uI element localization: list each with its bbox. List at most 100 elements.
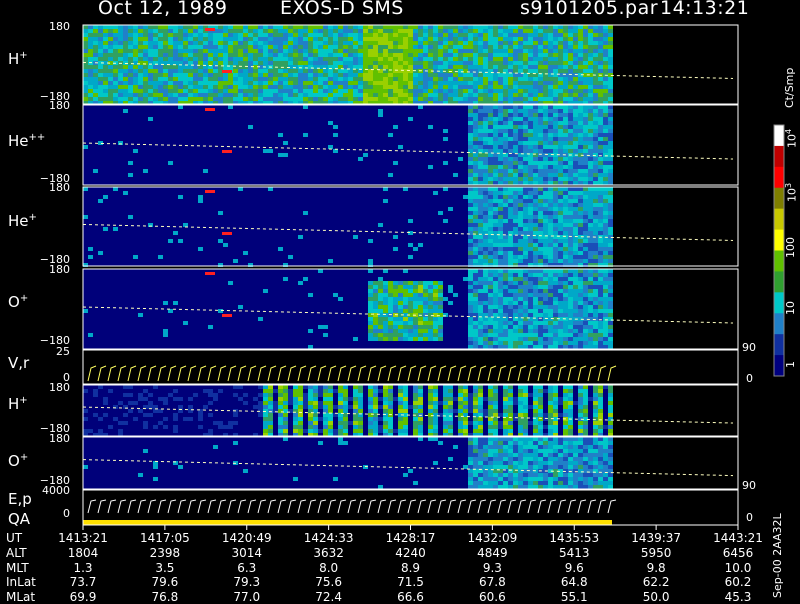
pixel bbox=[563, 227, 568, 231]
pixel bbox=[588, 255, 593, 259]
pixel bbox=[548, 341, 553, 345]
pixel bbox=[563, 105, 568, 109]
pixel bbox=[543, 325, 548, 329]
pixel bbox=[193, 45, 198, 49]
pixel bbox=[388, 393, 393, 397]
pixel bbox=[143, 49, 148, 53]
pixel bbox=[493, 337, 498, 341]
pixel bbox=[313, 429, 318, 433]
pixel bbox=[483, 41, 488, 45]
pixel bbox=[523, 41, 528, 45]
pixel bbox=[573, 109, 578, 113]
pixel bbox=[488, 255, 493, 259]
pixel bbox=[378, 289, 383, 293]
pixel bbox=[438, 309, 443, 313]
pixel bbox=[578, 337, 583, 341]
pixel bbox=[433, 37, 438, 41]
pixel bbox=[378, 113, 383, 117]
pixel bbox=[118, 401, 123, 405]
pixel bbox=[258, 61, 263, 65]
pixel bbox=[553, 187, 558, 191]
pixel bbox=[373, 85, 378, 89]
pixel bbox=[523, 81, 528, 85]
pixel bbox=[593, 25, 598, 29]
pixel bbox=[553, 305, 558, 309]
pixel bbox=[98, 417, 103, 421]
pixel bbox=[338, 89, 343, 93]
pixel bbox=[593, 215, 598, 219]
pixel bbox=[338, 421, 343, 425]
pixel bbox=[223, 49, 228, 53]
pixel bbox=[588, 121, 593, 125]
pixel bbox=[403, 393, 408, 397]
pixel bbox=[298, 389, 303, 393]
pixel bbox=[548, 165, 553, 169]
pixel bbox=[488, 37, 493, 41]
pixel bbox=[513, 161, 518, 165]
pixel bbox=[588, 337, 593, 341]
pixel bbox=[443, 409, 448, 413]
pixel bbox=[553, 341, 558, 345]
pixel bbox=[423, 41, 428, 45]
pixel bbox=[173, 429, 178, 433]
pixel bbox=[588, 231, 593, 235]
pixel bbox=[313, 405, 318, 409]
pixel bbox=[548, 219, 553, 223]
pixel bbox=[548, 325, 553, 329]
pixel bbox=[473, 219, 478, 223]
pixel bbox=[478, 195, 483, 199]
pixel bbox=[303, 385, 308, 389]
pixel bbox=[418, 77, 423, 81]
pixel bbox=[498, 169, 503, 173]
pixel bbox=[103, 97, 108, 101]
pixel bbox=[358, 29, 363, 33]
pixel bbox=[478, 207, 483, 211]
pixel bbox=[318, 405, 323, 409]
pixel bbox=[88, 77, 93, 81]
pixel bbox=[268, 97, 273, 101]
pixel bbox=[438, 401, 443, 405]
pixel bbox=[213, 97, 218, 101]
pixel bbox=[483, 133, 488, 137]
pixel bbox=[353, 337, 358, 341]
pixel bbox=[398, 405, 403, 409]
pixel bbox=[588, 215, 593, 219]
pixel bbox=[583, 219, 588, 223]
pixel bbox=[573, 133, 578, 137]
pixel bbox=[528, 109, 533, 113]
pixel bbox=[483, 297, 488, 301]
pixel bbox=[548, 223, 553, 227]
pixel bbox=[168, 37, 173, 41]
pixel bbox=[468, 289, 473, 293]
pixel bbox=[548, 251, 553, 255]
panel-3 bbox=[82, 268, 739, 350]
pixel bbox=[578, 57, 583, 61]
pixel bbox=[493, 77, 498, 81]
pixel bbox=[428, 33, 433, 37]
pixel bbox=[248, 29, 253, 33]
pixel bbox=[178, 53, 183, 57]
pixel bbox=[603, 97, 608, 101]
pixel bbox=[538, 243, 543, 247]
pixel bbox=[513, 187, 518, 191]
pixel bbox=[168, 73, 173, 77]
pixel bbox=[203, 89, 208, 93]
pixel bbox=[143, 169, 148, 173]
pixel bbox=[503, 247, 508, 251]
pixel bbox=[603, 231, 608, 235]
pixel bbox=[538, 393, 543, 397]
pixel bbox=[598, 29, 603, 33]
pixel bbox=[533, 215, 538, 219]
pixel bbox=[593, 161, 598, 165]
pixel bbox=[473, 385, 478, 389]
pixel bbox=[293, 53, 298, 57]
pixel bbox=[88, 247, 93, 251]
pixel bbox=[603, 45, 608, 49]
pixel bbox=[488, 227, 493, 231]
pixel bbox=[448, 61, 453, 65]
pixel bbox=[248, 125, 253, 129]
pixel bbox=[133, 37, 138, 41]
pixel bbox=[488, 133, 493, 137]
pixel bbox=[568, 341, 573, 345]
pixel bbox=[473, 121, 478, 125]
